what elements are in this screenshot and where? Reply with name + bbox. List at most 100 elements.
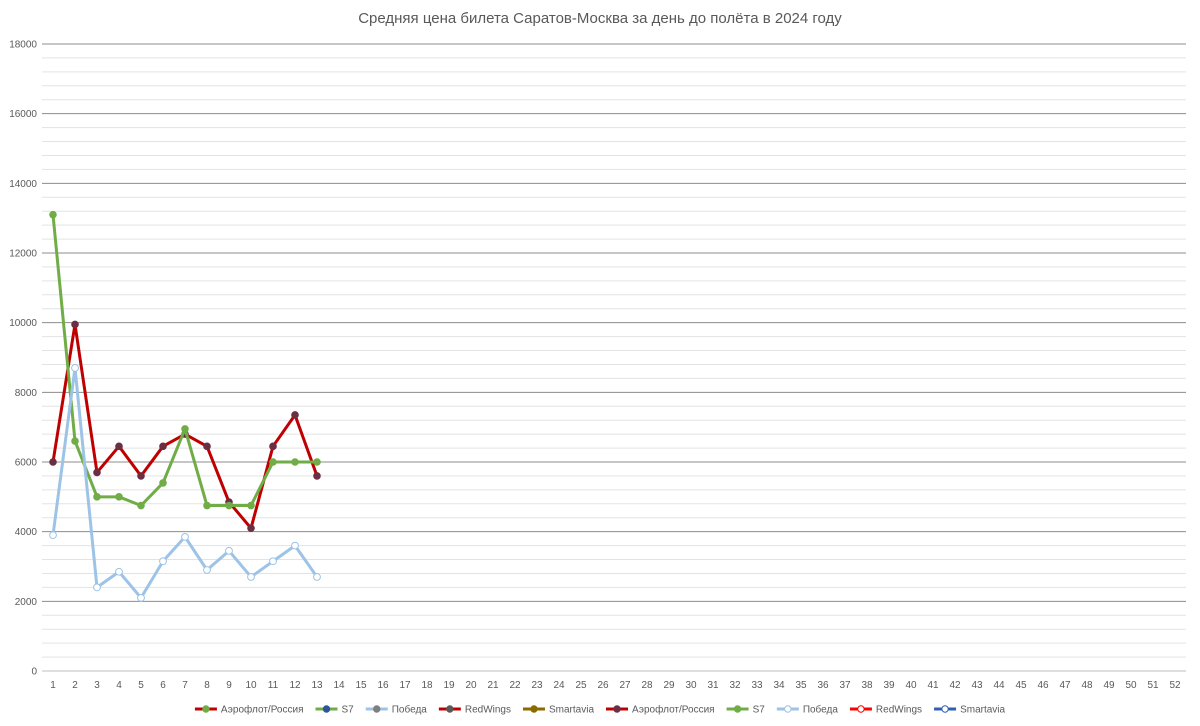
legend-item: Smartavia <box>522 705 594 716</box>
legend-item: Smartavia <box>934 705 1006 716</box>
data-point <box>313 458 321 466</box>
x-tick-label: 37 <box>839 680 851 691</box>
x-tick-label: 24 <box>553 680 565 691</box>
chart-root: Средняя цена билета Саратов-Москва за де… <box>0 0 1200 726</box>
data-point <box>49 458 57 466</box>
x-tick-label: 32 <box>729 680 741 691</box>
data-point <box>93 493 101 501</box>
x-tick-label: 47 <box>1059 680 1071 691</box>
y-tick-label: 6000 <box>15 458 38 469</box>
legend-label: Smartavia <box>960 705 1005 716</box>
x-tick-label: 18 <box>421 680 433 691</box>
legend-label: RedWings <box>876 705 922 716</box>
data-point <box>269 458 277 466</box>
legend-marker <box>941 705 949 713</box>
data-point <box>115 442 123 451</box>
data-point <box>313 573 321 581</box>
legend-marker <box>784 705 792 713</box>
x-tick-label: 8 <box>204 680 210 691</box>
data-point <box>159 557 167 566</box>
x-tick-label: 15 <box>355 680 367 691</box>
x-tick-label: 51 <box>1147 680 1159 691</box>
legend-label: Победа <box>392 704 428 716</box>
x-tick-label: 52 <box>1169 680 1181 691</box>
axis-layer: 0 2000 4000 6000 8000 10000 12000 14000 16000 180… <box>9 40 1181 692</box>
x-tick-label: 48 <box>1081 680 1093 691</box>
legend-marker <box>733 705 742 713</box>
x-tick-label: 35 <box>795 680 807 691</box>
legend-marker <box>446 705 454 713</box>
data-point <box>247 573 255 581</box>
x-tick-label: 39 <box>883 680 895 691</box>
data-point <box>49 531 57 540</box>
y-tick-label: 12000 <box>9 249 37 260</box>
x-tick-label: 2 <box>72 680 78 691</box>
x-tick-label: 33 <box>751 680 763 691</box>
data-point <box>203 501 211 510</box>
legend-item: Аэрофлот/Россия <box>606 704 715 716</box>
legend-item: Аэрофлот/Россия <box>194 704 304 716</box>
x-tick-label: 38 <box>861 680 873 691</box>
data-point <box>93 583 101 592</box>
data-point <box>313 472 321 480</box>
data-point <box>203 566 211 574</box>
x-tick-label: 41 <box>927 680 939 691</box>
x-tick-label: 16 <box>377 680 389 691</box>
x-tick-label: 40 <box>905 680 917 691</box>
legend-label: S7 <box>753 705 766 716</box>
y-tick-label: 16000 <box>9 109 37 120</box>
x-tick-label: 21 <box>487 680 499 691</box>
data-point <box>71 320 79 329</box>
x-tick-label: 23 <box>531 680 543 691</box>
data-point <box>71 364 79 372</box>
x-tick-label: 20 <box>465 680 477 691</box>
legend-marker <box>202 705 210 713</box>
data-point <box>159 442 167 451</box>
data-point <box>291 411 299 419</box>
x-tick-label: 45 <box>1015 680 1027 691</box>
x-tick-label: 42 <box>949 680 961 691</box>
x-tick-label: 27 <box>619 680 631 691</box>
data-point <box>49 210 57 219</box>
data-point <box>137 593 145 602</box>
legend-marker <box>613 705 621 713</box>
data-point <box>181 532 189 541</box>
x-tick-label: 11 <box>268 680 279 691</box>
legend-marker <box>322 705 331 713</box>
x-tick-label: 30 <box>685 680 697 691</box>
data-point <box>115 493 123 501</box>
legend-label: Победа <box>803 704 839 716</box>
legend-marker <box>373 705 381 713</box>
legend-item: RedWings <box>438 705 511 716</box>
x-tick-label: 14 <box>333 680 345 691</box>
x-tick-label: 50 <box>1125 680 1137 691</box>
data-point <box>159 479 167 487</box>
x-tick-label: 1 <box>50 680 56 691</box>
legend-item: Победа <box>365 704 428 716</box>
legend-label: S7 <box>342 705 355 716</box>
y-tick-label: 4000 <box>15 527 38 538</box>
x-tick-label: 29 <box>663 680 675 691</box>
x-tick-label: 36 <box>817 680 829 691</box>
legend-label: Smartavia <box>549 705 594 716</box>
data-point <box>71 437 79 445</box>
legend-label: Аэрофлот/Россия <box>221 704 304 716</box>
grid-layer <box>42 43 1186 672</box>
data-point <box>137 501 145 510</box>
line-chart: 0 2000 4000 6000 8000 10000 12000 14000 16000 180… <box>9 40 1186 716</box>
data-point <box>247 501 255 510</box>
data-point <box>225 501 233 510</box>
x-tick-label: 3 <box>94 680 100 691</box>
data-point <box>137 472 145 480</box>
x-tick-label: 6 <box>160 680 166 691</box>
x-tick-label: 34 <box>773 680 785 691</box>
data-point <box>181 425 189 433</box>
x-tick-label: 4 <box>116 680 122 691</box>
x-tick-label: 7 <box>182 680 188 691</box>
x-tick-label: 44 <box>993 680 1005 691</box>
x-tick-label: 22 <box>509 680 521 691</box>
legend-item: Победа <box>776 704 839 716</box>
x-tick-label: 26 <box>597 680 609 691</box>
legend-item: RedWings <box>849 705 922 716</box>
x-tick-label: 25 <box>575 680 587 691</box>
